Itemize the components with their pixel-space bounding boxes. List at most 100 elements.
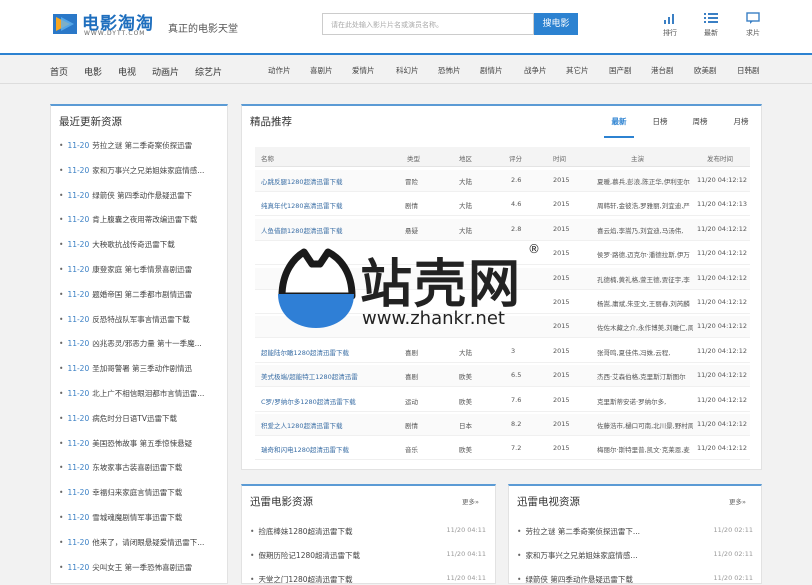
table-row[interactable]: C罗/罗纳尔多1280超清迅雷下载 运动 欧美 7.6 2015 克里斯蒂安诺·罗纳尔多,… — [255, 389, 750, 412]
cell-name[interactable]: 心跳反腿1280超清迅雷下载 — [261, 176, 401, 186]
nav-sub-jpkr[interactable]: 日韩剧 — [737, 65, 760, 76]
nav-item-anime[interactable]: 动画片 — [152, 65, 179, 78]
list-item-title[interactable]: 家和万事兴之兄弟姐妹家庭情感... — [525, 551, 637, 560]
list-item[interactable]: • 11-20 尖叫女王 第一季恐怖喜剧迅雷 — [59, 562, 192, 573]
table-row[interactable]: 超能陆尔瞰1280超清迅雷下载 喜剧 大陆 3 2015 张哥鸣,夏佳伟,冯姝,云程, 11… — [255, 340, 750, 363]
list-item-title[interactable]: 劳拉之谜 第二季奇案侦探迅雷下... — [525, 527, 640, 536]
table-row[interactable]: 人鱼借颜1280超清迅雷下载 悬疑 大陆 2.8 2015 喜云焰,李嵩乃,刘宜迪,马汤伟… — [255, 218, 750, 241]
cell-name[interactable]: C罗/罗纳尔多1280超清迅雷下载 — [261, 396, 401, 406]
nav-item-home[interactable]: 首页 — [50, 65, 68, 78]
list-item-title[interactable]: 大秧歌抗战传奇迅雷下载 — [92, 240, 175, 249]
cell-name[interactable]: 超能陆尔瞰1280超清迅雷下载 — [261, 347, 401, 357]
cell-name[interactable]: 瑞奇和闪电1280超清迅雷下载 — [261, 444, 401, 454]
table-row[interactable]: 美式极端/超能特工1280超清迅雷 喜剧 欧美 6.5 2015 杰西·艾森伯格,克里斯汀… — [255, 365, 750, 388]
tab-weekly[interactable]: 周榜 — [685, 116, 715, 127]
search-button[interactable]: 搜电影 — [534, 13, 578, 35]
list-item-title[interactable]: 题婚帝国 第二季都市剧情迅雷 — [92, 290, 192, 299]
list-item[interactable]: • 劳拉之谜 第二季奇案侦探迅雷下... 11/20 02:11 — [517, 526, 753, 537]
list-item-title[interactable]: 绿箭侠 第四季动作悬疑迅雷下载 — [525, 575, 632, 584]
nav-sub-comedy[interactable]: 喜剧片 — [310, 65, 333, 76]
list-item[interactable]: • 11-20 病危时分日语TV迅雷下载 — [59, 413, 177, 424]
cell-score: 2.6 — [511, 176, 522, 184]
cell-name[interactable]: 美式极端/超能特工1280超清迅雷 — [261, 371, 401, 381]
nav-sub-drama[interactable]: 剧情片 — [480, 65, 503, 76]
cell-cast: 周韩轩,金彼浩,罗雅丽,刘宜迪,严 — [597, 202, 690, 211]
nav-sub-domestic[interactable]: 国产剧 — [609, 65, 632, 76]
list-item[interactable]: • 11-20 家和万事兴之兄弟姐妹家庭情感... — [59, 165, 204, 176]
cell-name[interactable]: 纯真年代1280高清迅雷下载 — [261, 200, 401, 210]
nav-item-movie[interactable]: 电影 — [84, 65, 102, 78]
list-item[interactable]: • 11-20 圣加哥警署 第三季动作剧情迅 — [59, 363, 192, 374]
list-item-title[interactable]: 绿箭侠 第四季动作悬疑迅雷下 — [92, 191, 192, 200]
list-item-title[interactable]: 肯上腹囊之夜用蒂改编迅雷下载 — [92, 215, 197, 224]
list-item[interactable]: • 11-20 幸福归来家庭言情迅雷下载 — [59, 487, 182, 498]
list-item-title[interactable]: 家和万事兴之兄弟姐妹家庭情感... — [92, 166, 204, 175]
tv-more-link[interactable]: 更多» — [729, 496, 746, 506]
nav-sub-romance[interactable]: 爱情片 — [352, 65, 375, 76]
list-item[interactable]: • 11-20 北上广不相信眼泪都市言情迅雷... — [59, 388, 204, 399]
table-row[interactable]: 心跳反腿1280超清迅雷下载 冒险 大陆 2.6 2015 夏暖,慕兵,彭浪,陈正华,伊利… — [255, 170, 750, 192]
list-item-title[interactable]: 康登家庭 第七季情景喜剧迅雷 — [92, 265, 192, 274]
list-item[interactable]: • 11-20 他来了，请闭眼悬疑爱情迅雷下... — [59, 537, 204, 548]
list-item-title[interactable]: 尖叫女王 第一季恐怖喜剧迅雷 — [92, 563, 192, 572]
list-item[interactable]: • 11-20 康登家庭 第七季情景喜剧迅雷 — [59, 264, 192, 275]
request-link[interactable]: 求片 — [738, 12, 768, 38]
nav-item-variety[interactable]: 综艺片 — [195, 65, 222, 78]
tab-monthly[interactable]: 月榜 — [726, 116, 756, 127]
cell-name[interactable]: 积爱之人1280超清迅雷下载 — [261, 420, 401, 430]
list-item[interactable]: • 11-20 反恐特战队军事言情迅雷下载 — [59, 314, 190, 325]
list-item[interactable]: • 家和万事兴之兄弟姐妹家庭情感... 11/20 02:11 — [517, 550, 753, 561]
list-item-title[interactable]: 雪城魂魔剧情军事迅雷下载 — [92, 513, 182, 522]
nav-item-tv[interactable]: 电视 — [118, 65, 136, 78]
list-item-title[interactable]: 美国恐怖故事 第五季惊悚悬疑 — [92, 439, 192, 448]
list-item[interactable]: • 11-20 劳拉之谜 第二季奇案侦探迅雷 — [59, 140, 192, 151]
list-item[interactable]: • 11-20 雪城魂魔剧情军事迅雷下载 — [59, 512, 182, 523]
list-item-title[interactable]: 圣加哥警署 第三季动作剧情迅 — [92, 364, 192, 373]
ranking-link[interactable]: 排行 — [655, 12, 685, 38]
list-item[interactable]: • 天堂之门1280超清迅雷下载 11/20 04:11 — [250, 574, 486, 585]
search-input[interactable]: 请在此处输入影片片名或演员名称。 — [322, 13, 534, 35]
list-item-title[interactable]: 他来了，请闭眼悬疑爱情迅雷下... — [92, 538, 204, 547]
nav-sub-war[interactable]: 战争片 — [524, 65, 547, 76]
tab-daily[interactable]: 日榜 — [645, 116, 675, 127]
nav-sub-other[interactable]: 其它片 — [566, 65, 589, 76]
list-icon — [704, 13, 718, 23]
list-item-title[interactable]: 病危时分日语TV迅雷下载 — [92, 414, 177, 423]
tab-newest[interactable]: 最新 — [604, 116, 634, 138]
list-item[interactable]: • 假期历险记1280超清迅雷下载 11/20 04:11 — [250, 550, 486, 561]
nav-sub-scifi[interactable]: 科幻片 — [396, 65, 419, 76]
nav-sub-western[interactable]: 欧美剧 — [694, 65, 717, 76]
list-item-title[interactable]: 北上广不相信眼泪都市言情迅雷... — [92, 389, 204, 398]
logo-icon[interactable] — [52, 11, 78, 37]
cell-publish: 11/20 04:12:12 — [697, 273, 747, 282]
list-item-title[interactable]: 劳拉之谜 第二季奇案侦探迅雷 — [92, 141, 192, 150]
list-item[interactable]: • 11-20 肯上腹囊之夜用蒂改编迅雷下载 — [59, 214, 197, 225]
table-row[interactable]: 纯真年代1280高清迅雷下载 剧情 大陆 4.6 2015 周韩轩,金彼浩,罗雅丽,刘宜迪… — [255, 194, 750, 217]
list-item-title[interactable]: 捡底棒妹1280超清迅雷下载 — [258, 527, 352, 536]
list-item[interactable]: • 11-20 题婚帝国 第二季都市剧情迅雷 — [59, 289, 192, 300]
list-item[interactable]: • 11-20 凶兆恶灵/邪恶力量 第十一季魔... — [59, 338, 202, 349]
list-item-date: 11-20 — [67, 562, 90, 572]
list-item-title[interactable]: 假期历险记1280超清迅雷下载 — [258, 551, 360, 560]
list-item-title[interactable]: 东坡家事古装喜剧迅雷下载 — [92, 463, 182, 472]
list-item[interactable]: • 11-20 东坡家事古装喜剧迅雷下载 — [59, 462, 182, 473]
latest-link[interactable]: 最新 — [696, 12, 726, 38]
list-item[interactable]: • 11-20 美国恐怖故事 第五季惊悚悬疑 — [59, 438, 192, 449]
list-item[interactable]: • 11-20 大秧歌抗战传奇迅雷下载 — [59, 239, 175, 250]
nav-sub-action[interactable]: 动作片 — [268, 65, 291, 76]
nav-sub-horror[interactable]: 恐怖片 — [438, 65, 461, 76]
list-item-title[interactable]: 反恐特战队军事言情迅雷下载 — [92, 315, 190, 324]
list-item-title[interactable]: 凶兆恶灵/邪恶力量 第十一季魔... — [92, 339, 202, 348]
list-item[interactable]: • 捡底棒妹1280超清迅雷下载 11/20 04:11 — [250, 526, 486, 537]
bullet-icon: • — [59, 488, 64, 498]
table-row[interactable]: 积爱之人1280超清迅雷下载 剧情 日本 8.2 2015 佐藤浩市,樋口可南,北川景,野… — [255, 414, 750, 436]
table-row[interactable]: 瑞奇和闪电1280超清迅雷下载 音乐 欧美 7.2 2015 梅丽尔·斯特里普,凯文·克莱… — [255, 438, 750, 461]
list-item[interactable]: • 11-20 绿箭侠 第四季动作悬疑迅雷下 — [59, 190, 192, 201]
movie-more-link[interactable]: 更多» — [462, 496, 479, 506]
list-item-title[interactable]: 天堂之门1280超清迅雷下载 — [258, 575, 352, 584]
list-item-title[interactable]: 幸福归来家庭言情迅雷下载 — [92, 488, 182, 497]
cell-region: 欧美 — [459, 446, 472, 455]
nav-sub-hktw[interactable]: 港台剧 — [651, 65, 674, 76]
cell-name[interactable]: 人鱼借颜1280超清迅雷下载 — [261, 225, 401, 235]
list-item[interactable]: • 绿箭侠 第四季动作悬疑迅雷下载 11/20 02:11 — [517, 574, 753, 585]
